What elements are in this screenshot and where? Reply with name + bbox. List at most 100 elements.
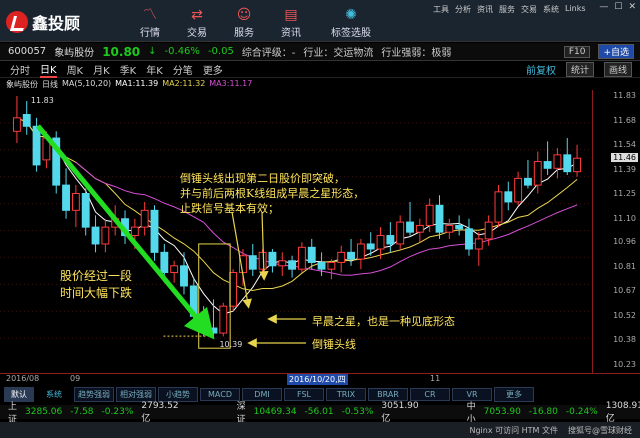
candle-body — [258, 251, 267, 270]
candle-body — [455, 224, 464, 230]
candle-body — [180, 265, 188, 287]
candle-body — [504, 191, 513, 203]
price-tick: 10.67 — [613, 286, 636, 296]
stock-change-pct: -0.46% — [164, 46, 200, 57]
menu-system[interactable]: 系统 — [543, 4, 559, 15]
price-tick: 10.52 — [613, 311, 636, 321]
candle-body — [229, 272, 238, 307]
tab-monthly-k[interactable]: 月K — [93, 62, 110, 77]
menu-tools[interactable]: 工具 — [433, 4, 449, 15]
last-price-label: 11.46 — [611, 153, 638, 163]
candle-body — [435, 204, 444, 233]
candle-body — [376, 235, 385, 250]
stock-price: 10.80 — [102, 44, 141, 59]
candle-body — [366, 243, 375, 250]
candle-body — [22, 113, 31, 127]
tab-more-indicators[interactable]: 更多 — [494, 386, 534, 402]
nav-quotes[interactable]: 〽 行情 — [128, 6, 172, 39]
window-controls: — ☐ ✕ — [599, 2, 636, 12]
candle-body — [356, 243, 365, 260]
f10-button[interactable]: F10 — [563, 45, 591, 58]
price-tick: 11.10 — [613, 213, 636, 223]
tab-ticks[interactable]: 分笔 — [173, 62, 193, 77]
bulb-icon: ✺ — [345, 7, 357, 23]
tab-dmi[interactable]: DMI — [242, 387, 282, 401]
candle-body — [327, 261, 336, 270]
adjust-dropdown[interactable]: 前复权 — [526, 62, 556, 77]
candle-body — [219, 305, 228, 334]
tab-small-trend[interactable]: 小趋势 — [158, 386, 198, 402]
tab-fsl[interactable]: FSL — [284, 387, 324, 401]
candle-body — [474, 238, 483, 250]
candle-body — [101, 226, 110, 245]
tab-daily-k[interactable]: 日K — [40, 61, 57, 78]
tab-weekly-k[interactable]: 周K — [67, 62, 84, 77]
menu-info[interactable]: 资讯 — [477, 4, 493, 15]
menu-service[interactable]: 服务 — [499, 4, 515, 15]
price-tick: 11.83 — [613, 91, 636, 100]
candle-body — [307, 246, 316, 263]
annotation-morning-star: 早晨之星，也是一种见底形态 — [312, 315, 455, 328]
tab-yearly-k[interactable]: 年K — [146, 62, 163, 77]
price-tick: 11.39 — [613, 164, 636, 174]
candle-body — [170, 265, 179, 274]
maximize-icon[interactable]: ☐ — [614, 2, 622, 12]
tab-macd[interactable]: MACD — [200, 387, 240, 401]
menu-links[interactable]: Links — [565, 4, 586, 15]
stats-button[interactable]: 统计 — [565, 62, 594, 77]
tab-more[interactable]: 更多 — [203, 62, 223, 77]
candle-body — [396, 221, 405, 245]
tab-relative-strength[interactable]: 相对强弱 — [116, 386, 156, 402]
tab-quarterly-k[interactable]: 季K — [120, 62, 137, 77]
app-name: 鑫投顾 — [32, 14, 81, 33]
draw-button[interactable]: 画线 — [603, 62, 632, 77]
candle-body — [140, 209, 149, 228]
add-watchlist-button[interactable]: +自选 — [598, 44, 634, 59]
user-icon: ☺ — [236, 7, 252, 23]
high-label: 11.83 — [31, 96, 54, 105]
minimize-icon[interactable]: — — [599, 2, 608, 12]
candle-body — [62, 184, 70, 211]
menu-trade[interactable]: 交易 — [521, 4, 537, 15]
chart-line-icon: 〽 — [143, 7, 157, 23]
tab-cr[interactable]: CR — [410, 387, 450, 401]
tab-brar[interactable]: BRAR — [368, 387, 408, 401]
candle-body — [415, 224, 424, 233]
nav-service[interactable]: ☺ 服务 — [222, 6, 266, 39]
status-message: Nginx 可访问 HTM 文件 — [469, 425, 558, 435]
nav-tag-picker[interactable]: ✺ 标签选股 — [326, 6, 376, 39]
candle-body — [71, 193, 80, 211]
tab-trix[interactable]: TRIX — [326, 387, 366, 401]
candle-body — [130, 226, 139, 237]
tab-intraday[interactable]: 分时 — [10, 62, 30, 77]
tab-trend-strength[interactable]: 趋势强弱 — [74, 386, 114, 402]
candle-body — [465, 228, 473, 250]
date-axis: 2016/08 09 2016/10/20,四 11 — [0, 373, 640, 385]
stock-name: 象屿股份 — [54, 48, 95, 59]
candle-body — [288, 260, 297, 270]
candle-body — [337, 251, 346, 263]
industry-strength: 行业强弱：极弱 — [381, 48, 452, 59]
watermark: 搜狐号@雪球财经 — [568, 425, 632, 435]
price-tick: 11.25 — [613, 188, 636, 198]
candle-body — [278, 260, 287, 267]
annotation-hammer: 倒锤头线 — [312, 338, 356, 351]
candle-body — [160, 251, 169, 274]
stock-rating: 综合评级：- — [241, 48, 296, 59]
kline-chart[interactable]: 11.8310.39 — [0, 90, 592, 373]
title-bar: 鑫投顾 〽 行情 ⇄ 交易 ☺ 服务 ▤ 资讯 ✺ 标签选股 工具 分析 资讯 … — [0, 0, 640, 42]
candle-body — [32, 125, 41, 166]
nav-trade[interactable]: ⇄ 交易 — [175, 6, 219, 39]
market-ticker: 上证 3285.06 -7.58 -0.23% 2793.52亿 深证 1046… — [0, 401, 640, 425]
candle-body — [297, 246, 306, 270]
tab-system[interactable]: 系统 — [36, 389, 72, 400]
window-menu: 工具 分析 资讯 服务 交易 系统 Links — [433, 4, 586, 15]
menu-analysis[interactable]: 分析 — [455, 4, 471, 15]
candle-body — [91, 226, 100, 245]
close-icon[interactable]: ✕ — [628, 2, 636, 12]
nav-news[interactable]: ▤ 资讯 — [269, 6, 313, 39]
app-logo: 鑫投顾 — [6, 10, 80, 34]
annotation-top: 倒锤头线出现第二日股价即突破， 并与前后两根K线组成早晨之星形态， 止跌信号基本… — [180, 172, 365, 215]
stock-change: -0.05 — [207, 46, 234, 57]
candle-body — [524, 177, 532, 186]
